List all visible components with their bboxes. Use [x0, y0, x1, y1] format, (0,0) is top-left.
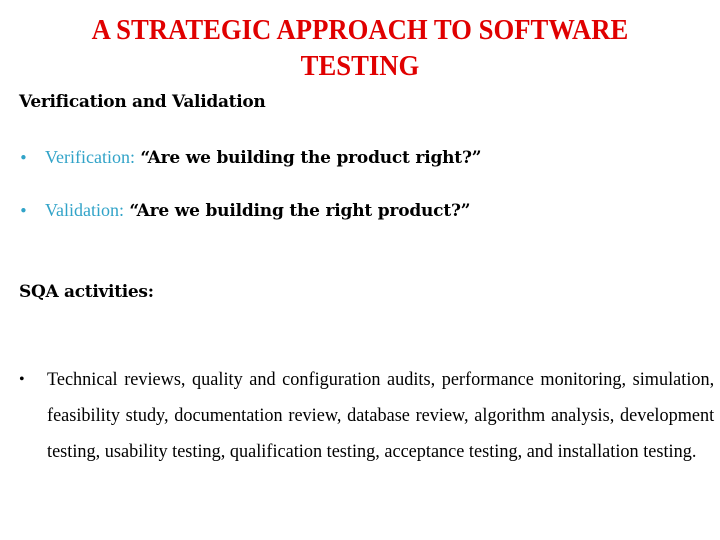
bullet-dot-icon: •	[19, 202, 28, 220]
sqa-activities-text: Technical reviews, quality and configura…	[47, 369, 715, 462]
bullet-text: “Are we building the right product?”	[129, 201, 471, 221]
bullet-validation: • Validation: “Are we building the right …	[19, 200, 471, 221]
bullet-term: Verification:	[45, 147, 135, 167]
slide-title-line-2: TESTING	[300, 50, 420, 82]
bullet-dot-icon: •	[19, 371, 25, 388]
section-heading-verification-validation: Verification and Validation	[19, 92, 266, 112]
bullet-text: “Are we building the product right?”	[140, 148, 482, 168]
slide-title-line-1: A STRATEGIC APPROACH TO SOFTWARE	[91, 14, 629, 46]
section-heading-sqa-activities: SQA activities:	[19, 282, 154, 302]
slide-title: A STRATEGIC APPROACH TO SOFTWARE TESTING	[29, 12, 691, 84]
bullet-verification: • Verification: “Are we building the prod…	[19, 147, 481, 168]
bullet-term: Validation:	[45, 200, 124, 220]
bullet-sqa-activities: • Technical reviews, quality and configu…	[19, 362, 714, 470]
bullet-dot-icon: •	[19, 149, 28, 167]
